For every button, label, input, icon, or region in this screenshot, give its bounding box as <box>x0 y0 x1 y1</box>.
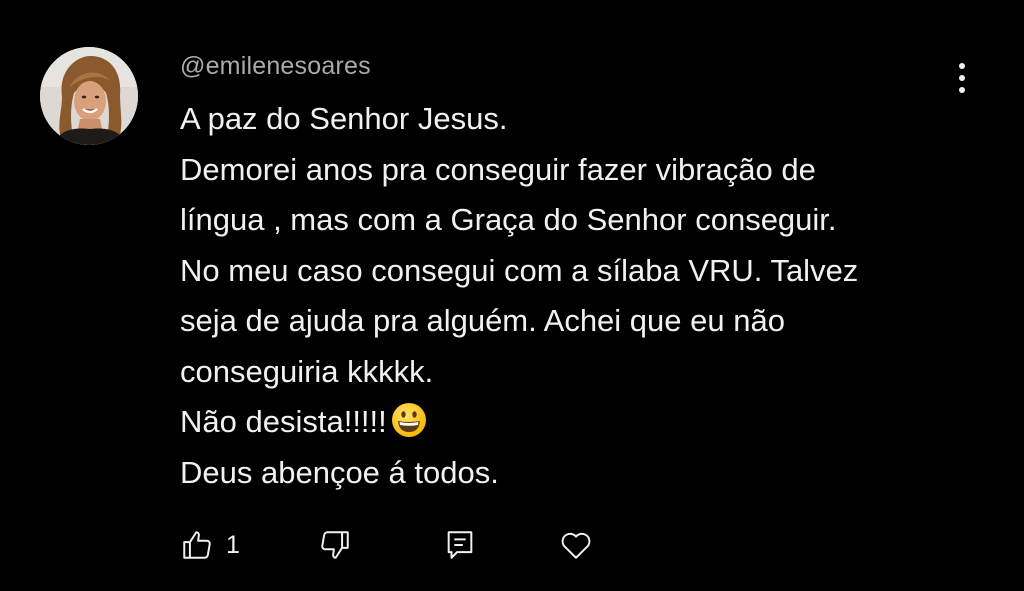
comment-line: A paz do Senhor Jesus. <box>180 101 508 136</box>
avatar[interactable] <box>40 47 138 145</box>
reply-button[interactable] <box>443 522 477 568</box>
comment-line: Demorei anos pra conseguir fazer vibraçã… <box>180 151 816 187</box>
more-vertical-icon-dot <box>959 75 965 81</box>
grinning-face-emoji <box>391 403 426 437</box>
comment-line: língua , mas com a Graça do Senhor conse… <box>180 202 837 237</box>
dislike-button[interactable] <box>318 522 352 568</box>
comment-line: No meu caso consegui com a sílaba VRU. T… <box>180 252 859 288</box>
like-count: 1 <box>226 530 240 559</box>
like-button[interactable]: 1 <box>180 522 240 568</box>
comment-line: Não desista!!!!! <box>180 404 387 439</box>
comment-actions: 1 <box>180 522 640 568</box>
comment-line: conseguiria kkkkk. <box>180 353 434 389</box>
comment-line: Deus abençoe á todos. <box>180 454 499 490</box>
reply-comment-icon <box>447 531 473 559</box>
more-vertical-icon-dot <box>959 87 965 93</box>
thumbs-up-icon <box>183 531 211 559</box>
comment-line-with-emoji: Não desista!!!!! <box>180 397 980 448</box>
thumbs-down-icon <box>321 531 349 559</box>
heart-icon <box>561 532 591 559</box>
more-options-button[interactable] <box>948 58 976 98</box>
comment-text: A paz do Senhor Jesus. Demorei anos pra … <box>180 94 980 498</box>
comment-line: seja de ajuda pra alguém. Achei que eu n… <box>180 303 785 338</box>
heart-button[interactable] <box>558 522 594 568</box>
author-handle[interactable]: @emilenesoares <box>180 52 371 81</box>
more-vertical-icon <box>959 63 965 69</box>
avatar-photo <box>40 47 138 145</box>
comment-card: @emilenesoares A paz do Senhor Jesus. De… <box>0 0 1024 591</box>
